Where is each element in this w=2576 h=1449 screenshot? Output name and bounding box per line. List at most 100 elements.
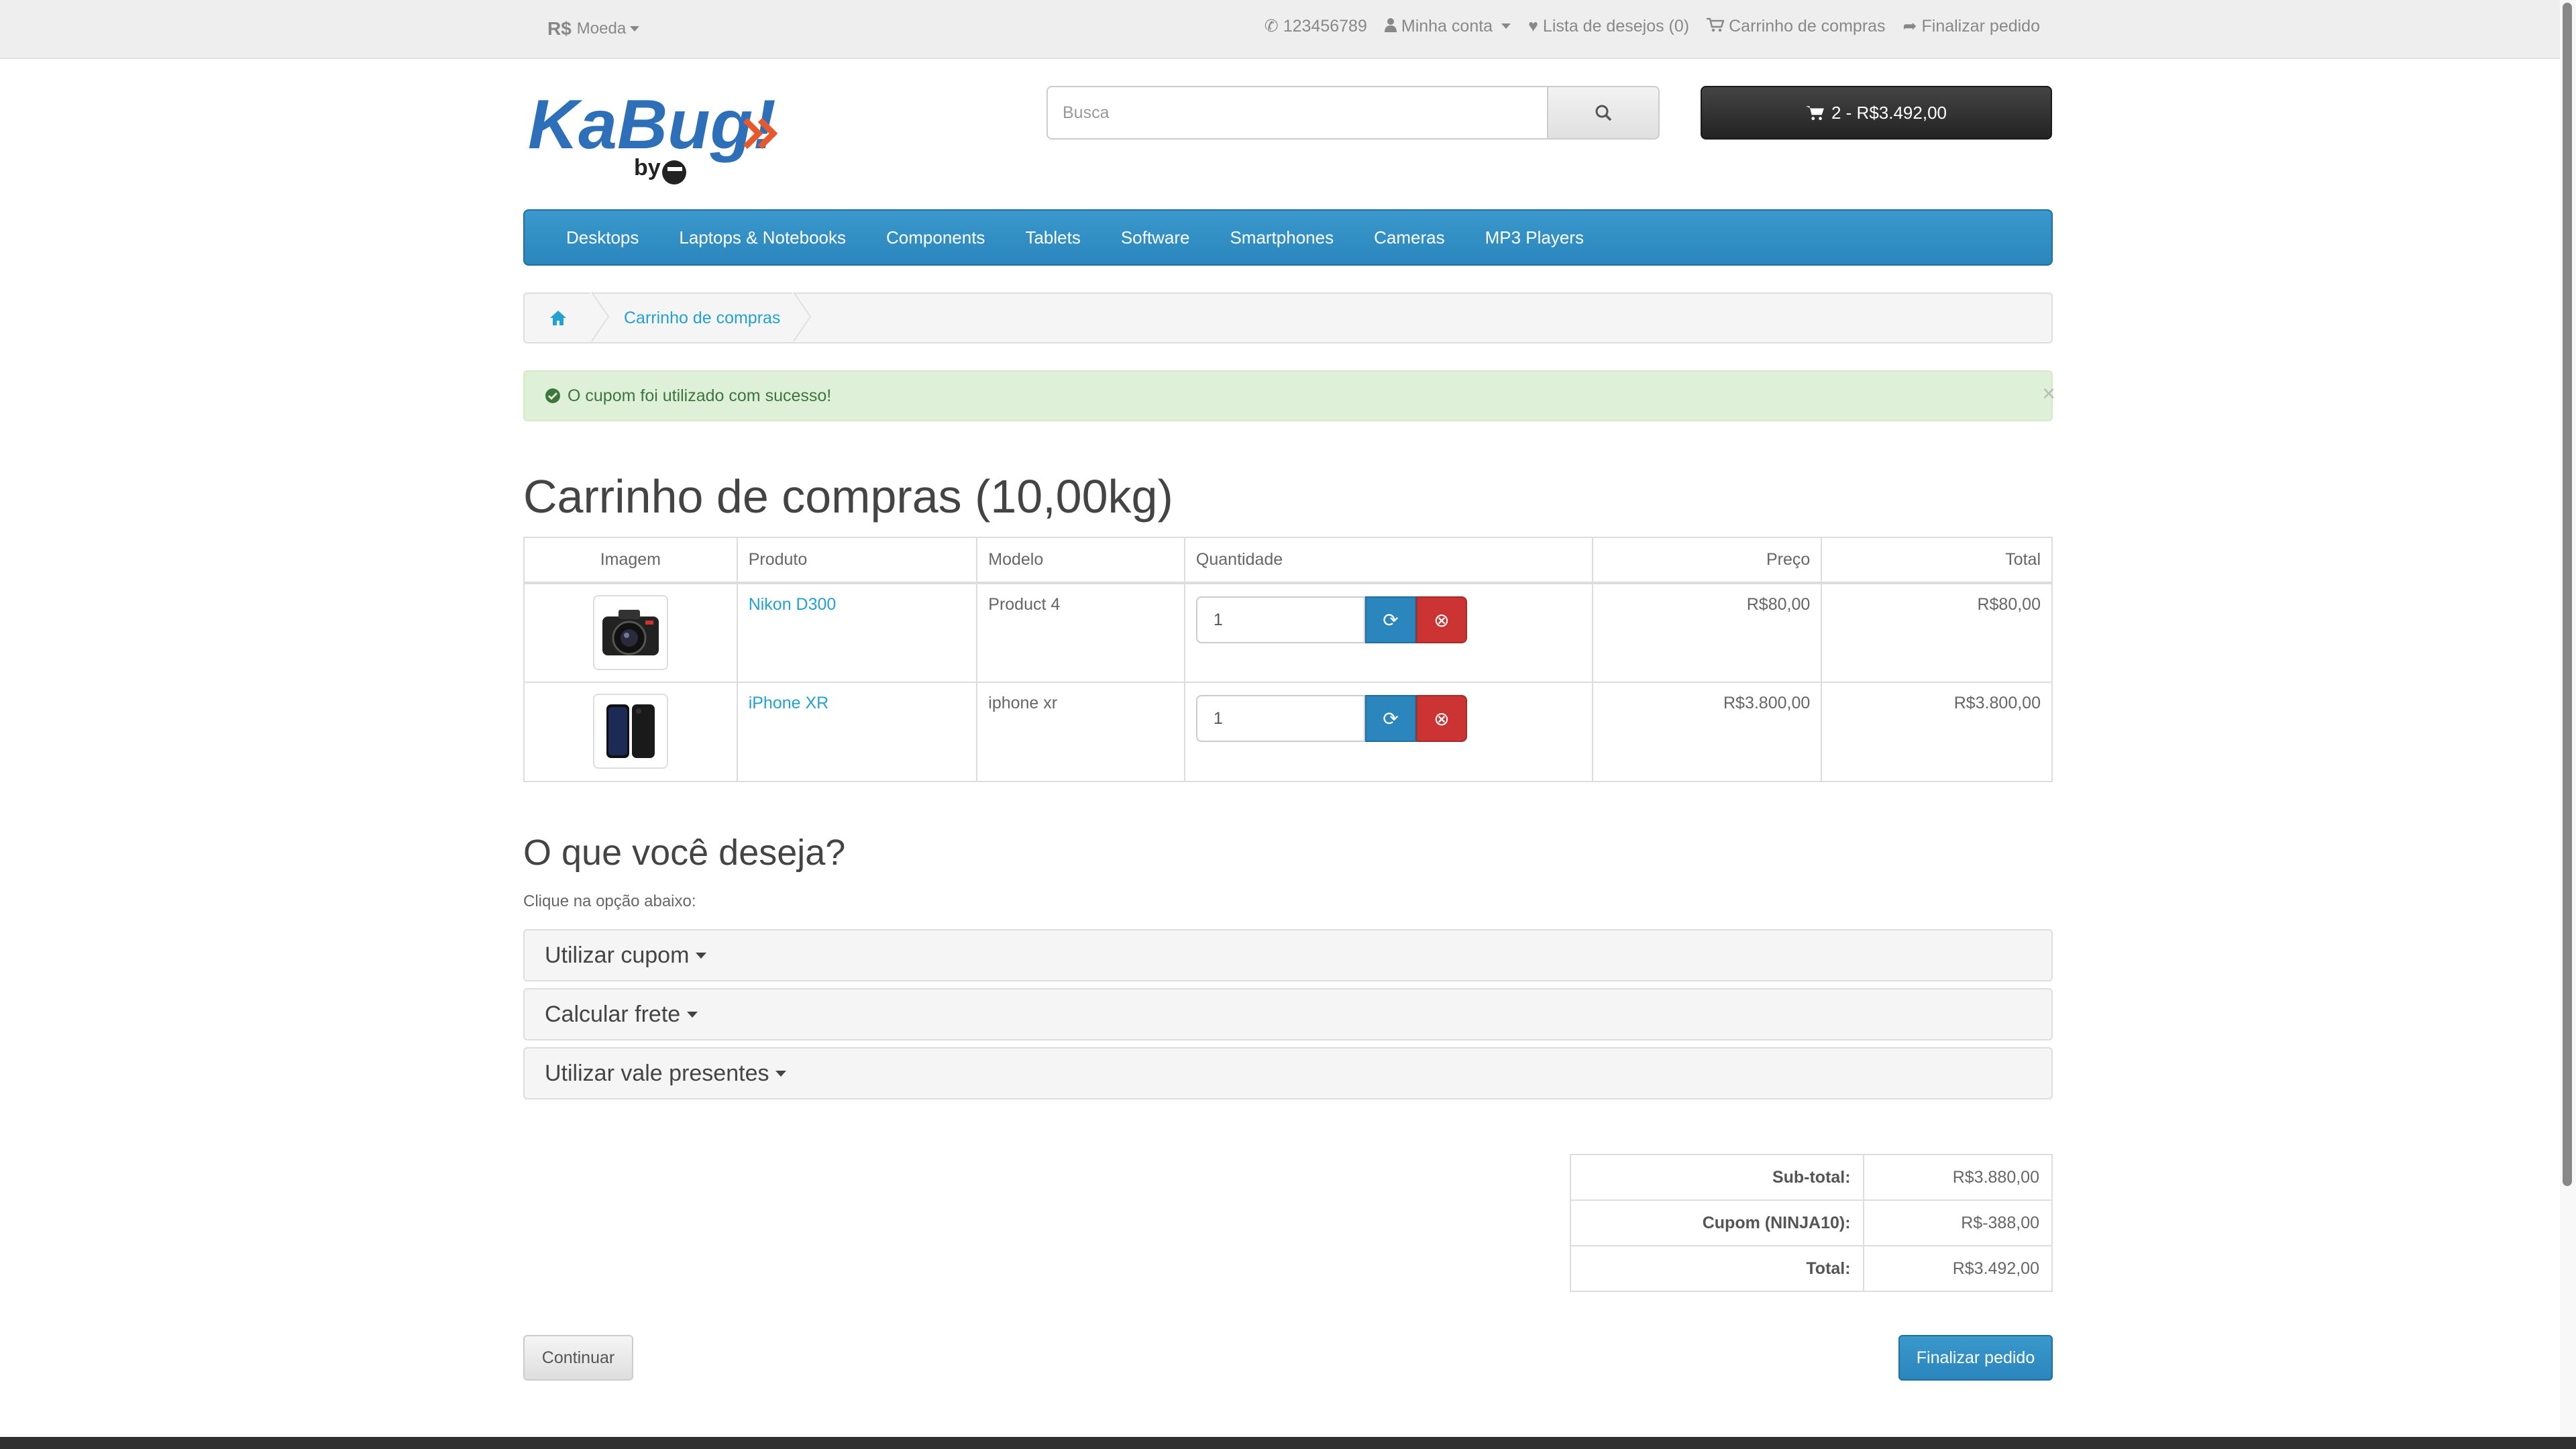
close-icon[interactable]: × (2042, 381, 2055, 407)
logo-sub: by (634, 155, 661, 180)
search-input[interactable]: Busca (1046, 86, 1547, 140)
category-nav: Desktops Laptops & Notebooks Components … (523, 209, 2053, 266)
quantity-control: 1 ⟳ ⊗ (1195, 695, 1581, 742)
totals-row: Cupom (NINJA10): R$-388,00 (1570, 1199, 2053, 1246)
nav-item-smartphones[interactable]: Smartphones (1230, 227, 1334, 248)
unit-price: R$3.800,00 (1591, 682, 1823, 782)
remove-button[interactable]: ⊗ (1415, 596, 1467, 643)
line-total: R$3.800,00 (1821, 682, 2053, 782)
top-links: ✆ 123456789 Minha conta ♥ Lista de desej… (1265, 0, 2040, 52)
options-hint: Clique na opção abaixo: (523, 892, 696, 910)
quantity-control: 1 ⟳ ⊗ (1195, 596, 1581, 643)
update-button[interactable]: ⟳ (1364, 695, 1416, 742)
product-model: iphone xr (976, 682, 1185, 782)
table-row: iPhone XR iphone xr 1 ⟳ ⊗ R$3.800,00 R$3… (523, 682, 2053, 782)
column-header-model: Modelo (976, 537, 1185, 584)
product-model: Product 4 (976, 582, 1185, 683)
quantity-input[interactable]: 1 (1195, 596, 1365, 643)
camera-thumbnail[interactable] (592, 595, 668, 670)
currency-dropdown[interactable]: R$ Moeda (547, 0, 640, 58)
nav-item-tablets[interactable]: Tablets (1025, 227, 1080, 248)
scrollbar-thumb[interactable] (2563, 3, 2572, 1186)
column-header-total: Total (1821, 537, 2053, 584)
currency-symbol: R$ (547, 18, 572, 39)
cart-summary-label: 2 - R$3.492,00 (1831, 102, 1947, 123)
cart-label: Carrinho de compras (1729, 16, 1886, 36)
remove-button[interactable]: ⊗ (1415, 695, 1467, 742)
breadcrumb-home[interactable] (525, 310, 592, 326)
chevron-down-icon (630, 26, 640, 32)
success-alert: O cupom foi utilizado com sucesso! × (523, 370, 2055, 421)
coupon-panel-label: Utilizar cupom (545, 942, 690, 968)
coupon-panel[interactable]: Utilizar cupom (523, 929, 2053, 981)
search-button[interactable] (1547, 86, 1660, 140)
cart-summary-button[interactable]: 2 - R$3.492,00 (1701, 86, 2052, 140)
phone-number: 123456789 (1283, 16, 1367, 36)
nav-item-components[interactable]: Components (886, 227, 985, 248)
currency-label: Moeda (576, 19, 627, 38)
column-header-price: Preço (1591, 537, 1823, 584)
table-row: Nikon D300 Product 4 1 ⟳ ⊗ R$80,00 R$80,… (523, 582, 2053, 683)
heart-icon: ♥ (1528, 16, 1538, 36)
phone-thumbnail[interactable] (592, 694, 668, 769)
checkout-label: Finalizar pedido (1921, 16, 2041, 36)
nav-item-cameras[interactable]: Cameras (1374, 227, 1444, 248)
total-label: Total: (1570, 1245, 1864, 1292)
shipping-panel[interactable]: Calcular frete (523, 988, 2053, 1040)
product-link[interactable]: Nikon D300 (749, 595, 837, 614)
cart-link[interactable]: Carrinho de compras (1707, 16, 1886, 36)
refresh-icon: ⟳ (1383, 609, 1399, 631)
coupon-value: R$-388,00 (1862, 1199, 2053, 1246)
share-icon: ➦ (1902, 16, 1917, 36)
phone-link[interactable]: ✆ 123456789 (1265, 17, 1367, 36)
unit-price: R$80,00 (1591, 582, 1823, 683)
line-total: R$80,00 (1821, 582, 2053, 683)
home-icon (550, 311, 566, 325)
chevron-down-icon (687, 1011, 698, 1018)
checkout-button[interactable]: Finalizar pedido (1898, 1335, 2053, 1381)
subtotal-value: R$3.880,00 (1862, 1154, 2053, 1201)
check-circle-icon (545, 388, 560, 403)
breadcrumb-separator (792, 291, 812, 343)
footer (0, 1437, 2576, 1449)
chevron-down-icon (775, 1070, 787, 1077)
product-link[interactable]: iPhone XR (749, 694, 829, 712)
checkout-link[interactable]: ➦ Finalizar pedido (1903, 17, 2040, 36)
cart-icon (1805, 106, 1824, 120)
nav-item-laptops[interactable]: Laptops & Notebooks (679, 227, 846, 248)
update-button[interactable]: ⟳ (1364, 596, 1416, 643)
logo-text: KaBug! (528, 89, 776, 164)
coupon-label: Cupom (NINJA10): (1570, 1199, 1864, 1246)
nav-item-desktops[interactable]: Desktops (566, 227, 639, 248)
store-logo[interactable]: KaBug! by (527, 86, 788, 190)
account-label: Minha conta (1401, 16, 1493, 36)
account-dropdown[interactable]: Minha conta (1384, 16, 1511, 36)
totals-row: Total: R$3.492,00 (1570, 1245, 2053, 1292)
alert-message: O cupom foi utilizado com sucesso! (568, 386, 832, 405)
top-bar: R$ Moeda ✆ 123456789 Minha conta ♥ Lista… (0, 0, 2576, 59)
chevron-down-icon (1501, 23, 1511, 29)
breadcrumb-cart[interactable]: Carrinho de compras (610, 309, 794, 328)
cart-table: Imagem Produto Modelo Quantidade Preço T… (523, 537, 2053, 782)
quantity-input[interactable]: 1 (1195, 695, 1365, 742)
phone-icon: ✆ (1264, 16, 1279, 36)
remove-circle-icon: ⊗ (1434, 609, 1450, 631)
column-header-image: Imagem (523, 537, 738, 584)
wishlist-link[interactable]: ♥ Lista de desejos (0) (1528, 17, 1689, 36)
page-title: Carrinho de compras (10,00kg) (523, 470, 1173, 523)
continue-button[interactable]: Continuar (523, 1335, 633, 1381)
shipping-panel-label: Calcular frete (545, 1001, 681, 1027)
user-icon (1384, 17, 1397, 36)
nav-item-mp3-players[interactable]: MP3 Players (1485, 227, 1584, 248)
nav-item-software[interactable]: Software (1121, 227, 1190, 248)
subtotal-label: Sub-total: (1570, 1154, 1864, 1201)
voucher-panel[interactable]: Utilizar vale presentes (523, 1047, 2053, 1099)
totals-table: Sub-total: R$3.880,00 Cupom (NINJA10): R… (1570, 1154, 2053, 1292)
breadcrumb-separator (590, 291, 610, 343)
wishlist-label: Lista de desejos (0) (1542, 16, 1690, 36)
refresh-icon: ⟳ (1383, 708, 1399, 729)
options-heading: O que você deseja? (523, 833, 846, 873)
chevron-down-icon (696, 952, 707, 959)
column-header-product: Produto (736, 537, 978, 584)
column-header-quantity: Quantidade (1183, 537, 1593, 584)
